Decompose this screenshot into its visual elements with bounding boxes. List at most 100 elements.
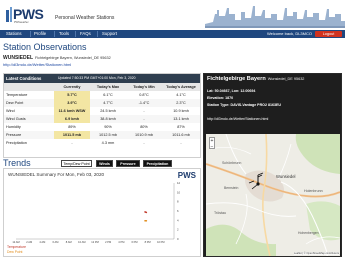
nav-separator [30,31,31,37]
trends-title: Trends [3,158,31,168]
nav-item-tools[interactable]: Tools [59,30,69,38]
row-label: Dew Point [6,101,24,105]
data-point [145,211,148,214]
column-header: Today's Average [166,85,196,89]
min-value: - [143,141,145,145]
station-region: Fichtelgebirge Bayern [207,76,266,82]
trends-chart-svg: 12 AM 2 AM 4 AM 6 AM 8 AM 10 AM 12 PM 2 PM 4 PM 6… [12,181,181,244]
skyline-graphic [205,2,345,28]
nav-separator [54,31,55,37]
y-tick-label: 6 [177,209,179,213]
max-value: 38.8 kmh [100,117,116,121]
elevation: Elevation: 1870 [207,96,234,100]
station-info-panel: Fichtelgebirge Bayern Wunsiedel_DE 95632 … [203,73,342,257]
map-attribution[interactable]: Leaflet | © OpenStreetMap contributors [293,252,339,255]
map-label-hohenbergen: Hohenbergen [298,231,319,235]
nav-item-faqs[interactable]: FAQs [80,30,91,38]
min-value: 0.8°C [139,93,149,97]
page-title: Station Observations [3,42,87,52]
nav-item-stations[interactable]: Stations [6,30,22,38]
avg-value: 1011.6 mb [172,133,190,137]
tab-winds[interactable]: Winds [96,160,113,167]
y-tick-label: 4 [177,218,179,222]
x-tick-label: 4 PM [118,240,124,244]
tab-temp-dew-point[interactable]: Temp/Dew Point [61,160,92,167]
station-name: WUNSIEDEL [3,55,33,61]
nav-separator [97,31,98,37]
max-value: 24.5 kmh [100,109,116,113]
data-point [145,220,148,222]
column-header: Today's Max [96,85,120,89]
logout-button[interactable]: Logout [315,31,342,37]
row-label: Wind Gusts [6,117,26,121]
station-type: Station Type: DAVIS-Vantage PRO2 8163EU [207,103,281,107]
logo-subtext: PWSweather [14,21,29,24]
table-row: Precipitation - 4.3 mm - - [4,139,200,147]
y-tick-label: 12 [177,181,181,185]
y-tick-label: 2 [177,228,179,232]
current-value: 6.9 kmh [64,117,80,121]
chart-logo: PWS [177,171,196,180]
x-tick-label: 8 AM [66,240,72,244]
station-url-link[interactable]: http://dl3mdo.de/Wetter/Stationen.html [3,62,71,67]
row-label: Wind [6,109,15,113]
max-value: 4.3 mm [101,141,115,145]
skyline-banner [205,2,345,28]
table-row: Pressure 1011.5 mb 1012.5 mb 1010.9 mb 1… [4,131,200,139]
max-value: 1012.5 mb [99,133,117,137]
trends-chart: 12 AM 2 AM 4 AM 6 AM 8 AM 10 AM 12 PM 2 PM 4 PM 6… [3,168,201,257]
row-label: Humidity [6,125,21,129]
x-tick-label: 2 PM [105,240,111,244]
welcome-text: Welcome back, DL3MCO [266,31,312,36]
avg-value: 10.9 kmh [173,109,189,113]
station-map[interactable]: Schönbrunn Wunsiedel Holenbrunn Tröstau … [206,134,340,256]
legend-temperature: Temperature [7,245,27,249]
lat-lon: Lat: 50.04667, Lon: 12.00694 [207,89,256,93]
nav-separator [75,31,76,37]
y-tick-label: 0 [177,237,179,241]
tab-pressure[interactable]: Pressure [116,160,140,167]
station-heading: WUNSIEDEL Fichtelgebirge Bayern, Wunsiede… [3,55,111,61]
logo-bar [6,10,9,22]
avg-value: 4.1°C [176,93,186,97]
current-value: 1011.5 mb [62,133,82,137]
column-header: Today's Min [133,85,155,89]
tab-precipitation[interactable]: Precipitation [143,160,172,167]
current-value: 5.7°C [67,93,77,97]
min-value: - [143,109,145,113]
station-location: Wunsiedel_DE 95632 [267,77,305,81]
legend-dew-point: Dew Point [7,250,23,254]
min-value: -1.4°C [138,101,150,105]
map-label-wunsiedel: Wunsiedel [276,174,296,179]
map-label-trostau: Tröstau [214,211,226,215]
current-value: 11.6 kmh WSW [58,109,86,113]
pws-logo[interactable]: PWS PWSweather [4,3,44,29]
station-url-link[interactable]: http://dl3mdo.de/Wetter/Stationen.html [207,117,268,121]
table-row: Wind 11.6 kmh WSW 24.5 kmh - 10.9 kmh [4,107,200,115]
conditions-header: Latest Conditions Updated 7:50:33 PM GMT… [4,74,200,83]
nav-item-support[interactable]: Support [102,30,117,38]
table-row: Humidity 89% 90% 80% 87% [4,123,200,131]
site-name: Personal Weather Stations [55,15,115,21]
x-tick-label: 6 PM [131,240,137,244]
station-details: Fichtelgebirge Bayern, Wunsiedel_DE 9563… [35,56,111,60]
map-label-bernstein: Bernstein [224,186,238,190]
main-nav: Stations Profile Tools FAQs Support Welc… [0,30,345,38]
zoom-out-button[interactable]: − [210,144,214,150]
row-label: Temperature [6,93,28,97]
row-label: Pressure [6,133,22,137]
y-tick-label: 10 [177,190,181,194]
y-tick-label: 8 [177,200,179,204]
avg-value: 2.3°C [176,101,186,105]
min-value: 1010.9 mb [135,133,153,137]
conditions-updated: Updated 7:50:33 PM GMT+01:00 Mon, Feb 3,… [58,76,136,80]
map-zoom-control: + − [209,137,215,150]
current-value: - [71,141,73,145]
nav-item-profile[interactable]: Profile [34,30,46,38]
logo-text: PWS [13,6,44,22]
x-tick-label: 6 AM [53,240,59,244]
table-row: Dew Point 3.9°C 4.7°C -1.4°C 2.3°C [4,99,200,107]
avg-value: 13.1 kmh [173,117,189,121]
max-value: 6.1°C [103,93,113,97]
map-label-holenbrunn: Holenbrunn [304,189,323,193]
